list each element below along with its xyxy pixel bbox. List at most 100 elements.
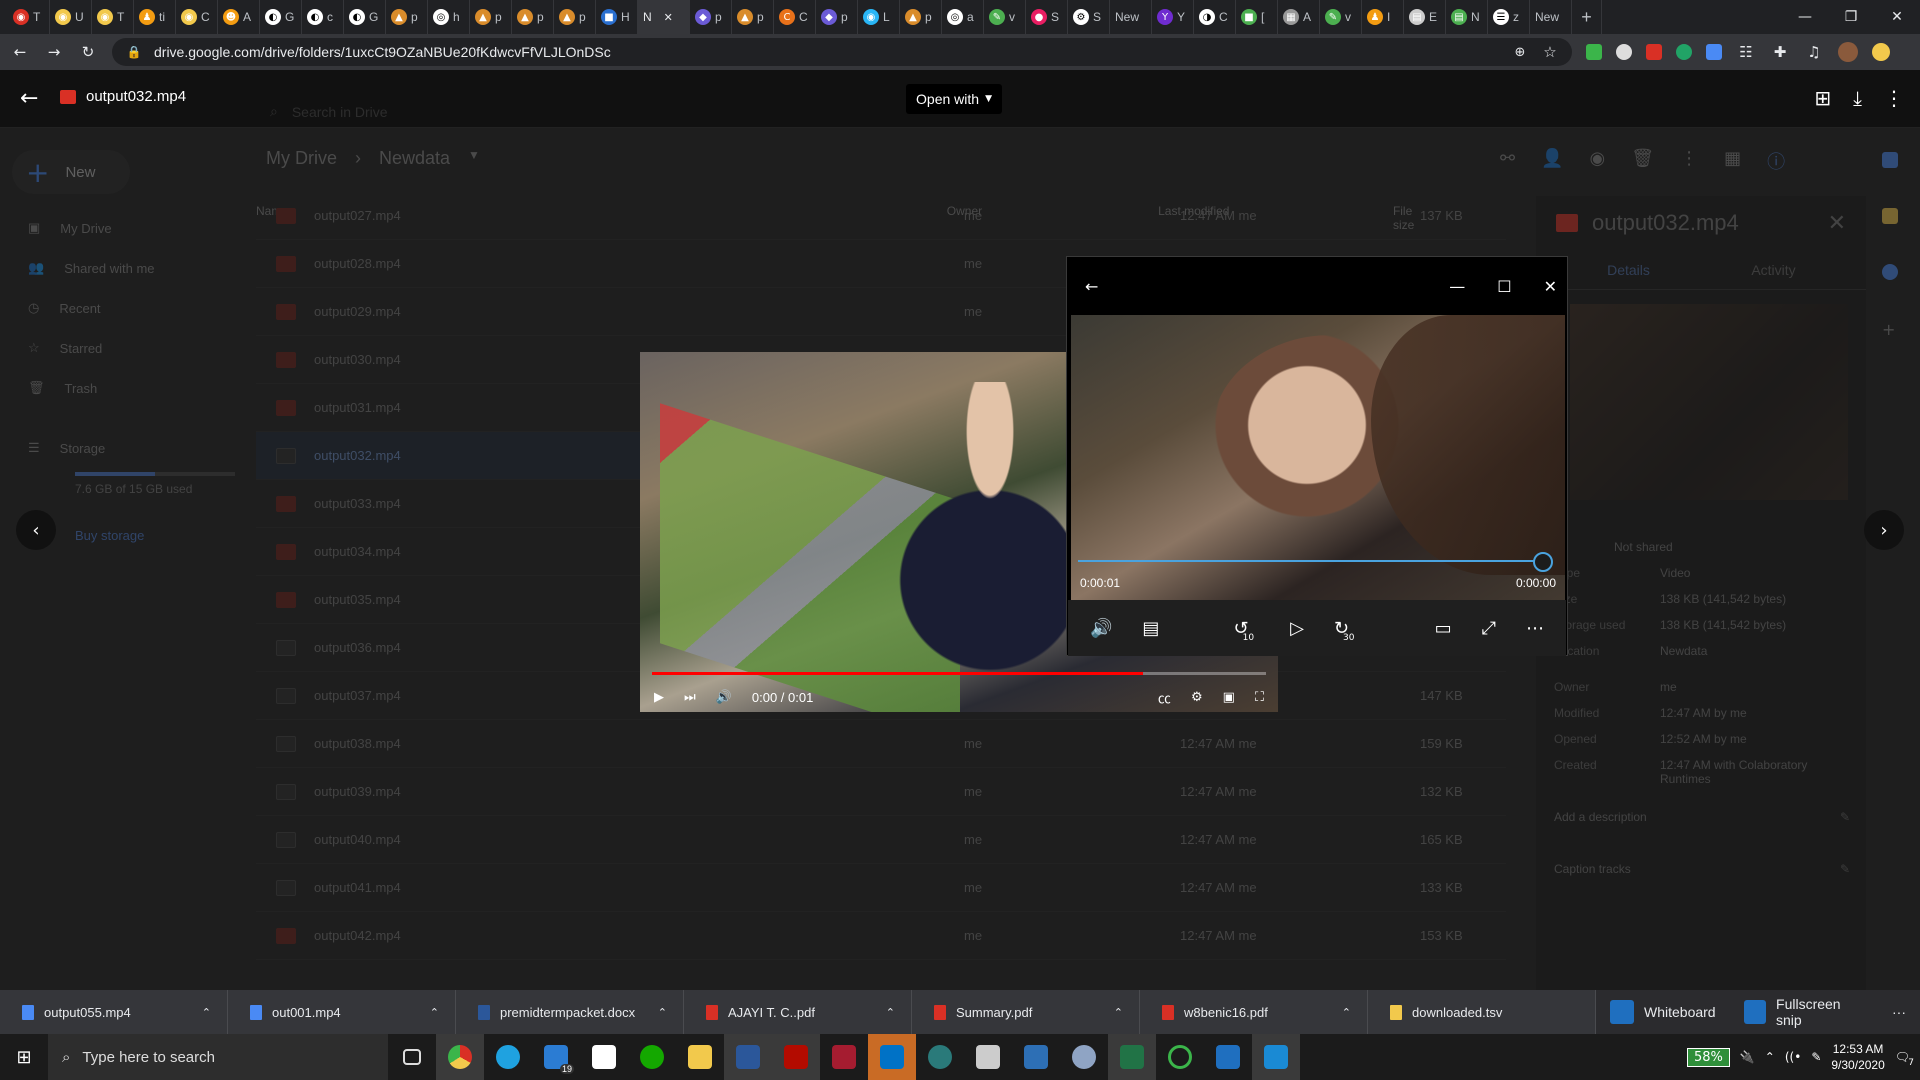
download-item[interactable]: premidtermpacket.docx ⌃ (456, 990, 684, 1034)
info-icon[interactable]: ⓘ (1767, 148, 1785, 174)
browser-tab[interactable]: ♟ I (1362, 0, 1404, 34)
back-arrow-icon[interactable]: ← (20, 86, 38, 111)
preview-icon[interactable]: ◉ (1590, 148, 1606, 174)
download-icon[interactable]: ⤓ (1853, 86, 1862, 110)
sidebar-item-trash[interactable]: 🗑 Trash (0, 368, 240, 408)
fullscreen-icon[interactable]: ⛶ (1255, 690, 1264, 705)
profile-icon[interactable] (1872, 43, 1890, 61)
play-icon[interactable]: ▶ (654, 690, 664, 705)
puzzle-icon[interactable]: ✚ (1770, 42, 1790, 62)
next-icon[interactable]: ⏭ (684, 690, 696, 705)
browser-tab[interactable]: ◐ c (302, 0, 344, 34)
app-icon[interactable] (916, 1034, 964, 1080)
caption-tracks-row[interactable]: Caption tracks ✎ (1536, 862, 1866, 876)
browser-tab[interactable]: ◑ C (1194, 0, 1236, 34)
minimize-icon[interactable]: — (1782, 0, 1828, 34)
extension-icon[interactable] (1676, 44, 1692, 60)
timeline-knob[interactable] (1533, 552, 1553, 572)
download-item[interactable]: output055.mp4 ⌃ (0, 990, 228, 1034)
taskbar-search[interactable]: ⌕ Type here to search (48, 1034, 388, 1080)
extension-icon[interactable] (1586, 44, 1602, 60)
browser-tab[interactable]: ☰ z (1488, 0, 1530, 34)
refresh-app-icon[interactable] (1156, 1034, 1204, 1080)
maximize-icon[interactable]: ☐ (1497, 277, 1511, 296)
browser-tab[interactable]: ▲ p (512, 0, 554, 34)
browser-tab[interactable]: N ✕ (638, 0, 690, 34)
file-row[interactable]: output042.mp4 me 12:47 AM me 153 KB (256, 912, 1506, 960)
sidebar-item-recent[interactable]: ◷ Recent (0, 288, 240, 328)
more-icon[interactable]: ··· (1878, 990, 1920, 1034)
extension-icon[interactable] (1616, 44, 1632, 60)
chevron-up-icon[interactable]: ⌃ (658, 1006, 667, 1019)
browser-tab[interactable]: New (1530, 0, 1572, 34)
open-with-button[interactable]: Open with ▼ (906, 84, 1002, 114)
link-icon[interactable]: ⚯ (1500, 148, 1515, 174)
browser-tab[interactable]: ▲ p (554, 0, 596, 34)
file-row[interactable]: output039.mp4 me 12:47 AM me 132 KB (256, 768, 1506, 816)
close-icon[interactable]: ✕ (1544, 277, 1557, 296)
browser-tab[interactable]: ■ H (596, 0, 638, 34)
browser-tab[interactable]: ◆ p (690, 0, 732, 34)
file-row[interactable]: output038.mp4 me 12:47 AM me 159 KB (256, 720, 1506, 768)
browser-tab[interactable]: ◉ L (858, 0, 900, 34)
excel-icon[interactable] (1108, 1034, 1156, 1080)
browser-tab[interactable]: ◉ U (50, 0, 92, 34)
browser-tab[interactable]: ✎ v (1320, 0, 1362, 34)
volume-icon[interactable]: 🔊 (1090, 618, 1112, 639)
add-comment-icon[interactable]: ⊞ (1814, 86, 1831, 110)
bookmark-star-icon[interactable]: ☆ (1540, 42, 1560, 62)
photos-icon[interactable] (1204, 1034, 1252, 1080)
more-horiz-icon[interactable]: ⋯ (1526, 618, 1544, 639)
share-icon[interactable]: 👤 (1541, 148, 1563, 174)
close-icon[interactable]: ✕ (1828, 211, 1846, 236)
browser-tab[interactable]: New (1110, 0, 1152, 34)
breadcrumb-root[interactable]: My Drive (266, 148, 337, 169)
edit-icon[interactable]: ✎ (1840, 862, 1850, 876)
acrobat-icon[interactable] (772, 1034, 820, 1080)
wifi-icon[interactable]: ((• (1785, 1050, 1801, 1064)
browser-tab[interactable]: CC (774, 0, 816, 34)
browser-tab[interactable]: ♟ ti (134, 0, 176, 34)
windows-start-icon[interactable]: ⊞ (0, 1034, 48, 1080)
download-item[interactable]: w8benic16.pdf ⌃ (1140, 990, 1368, 1034)
browser-tab[interactable]: ▤ N (1446, 0, 1488, 34)
skip-forward-button[interactable]: ↻30 (1334, 618, 1361, 643)
outlook-icon[interactable] (868, 1034, 916, 1080)
pen-icon[interactable]: ✎ (1811, 1050, 1821, 1064)
browser-tab[interactable]: ◐ G (260, 0, 302, 34)
breadcrumb-folder[interactable]: Newdata (379, 148, 450, 169)
browser-tab[interactable]: ▦ A (1278, 0, 1320, 34)
task-view-icon[interactable] (388, 1034, 436, 1080)
whiteboard-button[interactable]: Whiteboard (1596, 990, 1730, 1034)
vscode-icon[interactable] (1012, 1034, 1060, 1080)
store-icon[interactable] (580, 1034, 628, 1080)
chevron-up-icon[interactable]: ⌃ (1114, 1006, 1123, 1019)
keep-icon[interactable] (1882, 208, 1898, 224)
browser-tab[interactable]: ◉ T (92, 0, 134, 34)
browser-tab[interactable]: ◉ T (8, 0, 50, 34)
new-tab-button[interactable]: + (1572, 0, 1602, 34)
fullscreen-snip-button[interactable]: Fullscreen snip (1729, 990, 1878, 1034)
database-icon[interactable] (964, 1034, 1012, 1080)
chrome-icon[interactable] (436, 1034, 484, 1080)
sidebar-item-my-drive[interactable]: ▣ My Drive (0, 208, 240, 248)
subtitles-icon[interactable]: ▤ (1142, 618, 1159, 639)
usb-icon[interactable]: 🔌 (1740, 1050, 1755, 1064)
previous-file-button[interactable]: ‹ (16, 510, 56, 550)
sidebar-item-storage[interactable]: ☰ Storage (0, 428, 240, 468)
trash-icon[interactable]: 🗑 (1631, 148, 1654, 174)
file-row[interactable]: output040.mp4 me 12:47 AM me 165 KB (256, 816, 1506, 864)
tab-details[interactable]: Details (1556, 262, 1701, 278)
media-icon[interactable]: ♫ (1804, 42, 1824, 62)
download-item[interactable]: out001.mp4 ⌃ (228, 990, 456, 1034)
browser-tab[interactable]: ▲ p (900, 0, 942, 34)
reload-icon[interactable]: ↻ (78, 42, 98, 62)
browser-tab[interactable]: YY (1152, 0, 1194, 34)
movies-tv-icon[interactable] (1252, 1034, 1300, 1080)
browser-tab[interactable]: ◆ p (816, 0, 858, 34)
browser-tab[interactable]: ⚙ S (1068, 0, 1110, 34)
battery-indicator[interactable]: 58% (1686, 1047, 1730, 1067)
play-icon[interactable]: ▷ (1290, 618, 1304, 639)
sidebar-item-shared[interactable]: 👥 Shared with me (0, 248, 240, 288)
browser-tab[interactable]: ✎ v (984, 0, 1026, 34)
